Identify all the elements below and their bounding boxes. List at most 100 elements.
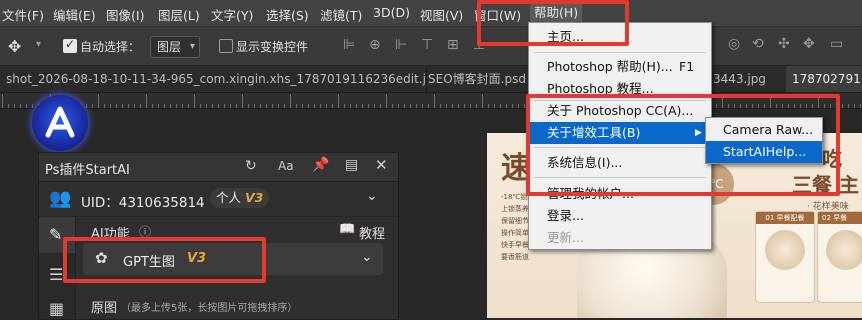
chevron-down-icon: ▾ bbox=[189, 41, 195, 52]
tutorial-link[interactable]: 教程 bbox=[359, 223, 385, 242]
ruler-tick bbox=[140, 104, 141, 108]
highlight-box-gpt-feature bbox=[63, 237, 266, 283]
menu-3d[interactable]: 3D(D) bbox=[373, 5, 410, 20]
3d-slide-icon[interactable]: ✥ bbox=[803, 36, 815, 52]
menu-item-ps-help[interactable]: Photoshop 帮助(H)... F1 bbox=[529, 56, 711, 78]
tab-document-4[interactable]: 178702791 bbox=[786, 66, 862, 92]
menu-filter[interactable]: 滤镜(T) bbox=[320, 5, 362, 24]
panel-toggle-icon[interactable]: ▤ bbox=[345, 157, 358, 173]
refresh-icon[interactable]: ↻ bbox=[245, 158, 257, 174]
tool-icon[interactable]: ▦ bbox=[49, 299, 64, 318]
tab-document-1[interactable]: shot_2026-08-18-10-11-34-965_com.xingin.… bbox=[0, 66, 427, 92]
3d-roll-icon[interactable]: ⟲ bbox=[752, 36, 764, 52]
tab-label: 3443.jpg bbox=[713, 72, 766, 86]
show-transform-checkbox[interactable] bbox=[219, 39, 233, 53]
menu-file[interactable]: 文件(F) bbox=[2, 5, 44, 24]
layers-icon[interactable]: ☰ bbox=[49, 265, 63, 284]
ruler-tick bbox=[314, 104, 315, 108]
ruler-tick bbox=[308, 104, 309, 108]
font-size-icon[interactable]: Aa bbox=[278, 159, 294, 173]
chevron-down-icon[interactable]: ⌄ bbox=[366, 188, 378, 204]
startai-logo bbox=[32, 95, 88, 151]
panel-header: Ps插件StartAI ↻ Aa 📌 ▤ ✕ bbox=[39, 153, 398, 182]
product-card: 02 早餐 bbox=[817, 211, 862, 303]
show-transform-label: 显示变换控件 bbox=[236, 40, 309, 54]
brush-icon: ✎ bbox=[49, 225, 63, 244]
original-label: 原图 bbox=[91, 301, 118, 316]
ruler-tick bbox=[266, 104, 267, 108]
product-card: 01 早餐配餐 bbox=[755, 211, 815, 303]
move-tool-icon[interactable]: ✥ bbox=[8, 37, 21, 56]
ruler-tick bbox=[842, 104, 843, 108]
ruler-tick bbox=[512, 104, 513, 108]
auto-select-checkbox[interactable] bbox=[63, 37, 77, 53]
ruler-tick bbox=[26, 104, 27, 108]
plan-label: 个人 bbox=[216, 190, 242, 205]
ruler-tick bbox=[188, 104, 189, 108]
ruler-tick bbox=[14, 104, 15, 108]
3d-orbit-icon[interactable]: ◎ bbox=[728, 36, 740, 52]
ruler-tick bbox=[302, 104, 303, 108]
highlight-box-help-menu bbox=[477, 0, 629, 46]
logo-a-icon bbox=[45, 106, 75, 138]
chevron-down-icon: ⌄ bbox=[361, 249, 373, 265]
ruler-tick bbox=[98, 94, 99, 108]
menu-view[interactable]: 视图(V) bbox=[420, 5, 463, 24]
menu-image[interactable]: 图像(I) bbox=[106, 5, 144, 24]
align-middle-icon[interactable]: ⊞ bbox=[447, 37, 459, 53]
menu-item-updates[interactable]: 更新... bbox=[529, 227, 711, 249]
book-icon[interactable]: 📖 bbox=[339, 222, 355, 237]
menu-layer[interactable]: 图层(L) bbox=[158, 5, 200, 24]
menu-item-label: 更新... bbox=[547, 230, 584, 245]
menu-edit[interactable]: 编辑(E) bbox=[53, 5, 96, 24]
startai-panel: Ps插件StartAI ↻ Aa 📌 ▤ ✕ 👥 UID：4310635814 … bbox=[38, 152, 399, 320]
ruler-tick bbox=[368, 104, 369, 108]
chevron-down-icon[interactable]: ▾ bbox=[36, 39, 41, 50]
plan-badge: 个人 V3 bbox=[210, 188, 270, 208]
align-right-icon[interactable]: ⊩ bbox=[395, 37, 407, 53]
ruler-tick bbox=[134, 104, 135, 108]
menu-item-sign-in[interactable]: 登录... bbox=[529, 205, 711, 227]
ruler-tick bbox=[356, 104, 357, 108]
align-left-icon[interactable]: ⊫ bbox=[343, 37, 355, 53]
auto-select-label: 自动选择： bbox=[80, 40, 141, 54]
align-center-icon[interactable]: ⊕ bbox=[369, 37, 381, 53]
tab-label: 178702791 bbox=[792, 72, 861, 86]
align-top-icon[interactable]: ⊤ bbox=[421, 37, 433, 53]
tab-document-3[interactable]: 3443.jpg bbox=[706, 66, 792, 92]
3d-pan-icon[interactable]: ✣ bbox=[778, 36, 790, 52]
ruler-tick bbox=[236, 104, 237, 108]
ruler-tick bbox=[128, 104, 129, 108]
ruler-tick bbox=[224, 104, 225, 108]
ruler-tick bbox=[182, 104, 183, 108]
ruler-tick bbox=[296, 104, 297, 108]
ruler-tick bbox=[464, 104, 465, 108]
3d-scale-icon[interactable]: ▭ bbox=[830, 36, 843, 52]
ruler-tick bbox=[20, 104, 21, 108]
layer-select[interactable]: 图层 ▾ bbox=[150, 36, 200, 58]
users-icon: 👥 bbox=[49, 188, 72, 209]
ruler-tick bbox=[176, 104, 177, 108]
dish-photo bbox=[826, 230, 862, 270]
ruler-tick bbox=[494, 104, 495, 108]
card-title: 01 早餐配餐 bbox=[756, 212, 814, 224]
ruler-tick bbox=[2, 94, 3, 108]
ruler-tick bbox=[446, 104, 447, 108]
ruler-tick bbox=[284, 104, 285, 108]
close-icon[interactable]: ✕ bbox=[375, 156, 388, 174]
menu-type[interactable]: 文字(Y) bbox=[211, 5, 253, 24]
ruler-tick bbox=[158, 104, 159, 108]
document-tabs: shot_2026-08-18-10-11-34-965_com.xingin.… bbox=[0, 66, 862, 93]
ruler-tick bbox=[428, 104, 429, 108]
tab-document-2[interactable]: SEO博客封面.psd bbox=[422, 66, 539, 92]
ruler-tick bbox=[854, 104, 855, 108]
ruler-tick bbox=[254, 104, 255, 108]
menu-select[interactable]: 选择(S) bbox=[266, 5, 309, 24]
ruler-tick bbox=[500, 104, 501, 108]
ruler-tick bbox=[344, 104, 345, 108]
ruler-tick bbox=[164, 104, 165, 108]
pin-icon[interactable]: 📌 bbox=[312, 157, 329, 173]
ruler-tick bbox=[380, 104, 381, 108]
ruler-tick bbox=[212, 104, 213, 108]
dish-photo bbox=[765, 230, 805, 270]
